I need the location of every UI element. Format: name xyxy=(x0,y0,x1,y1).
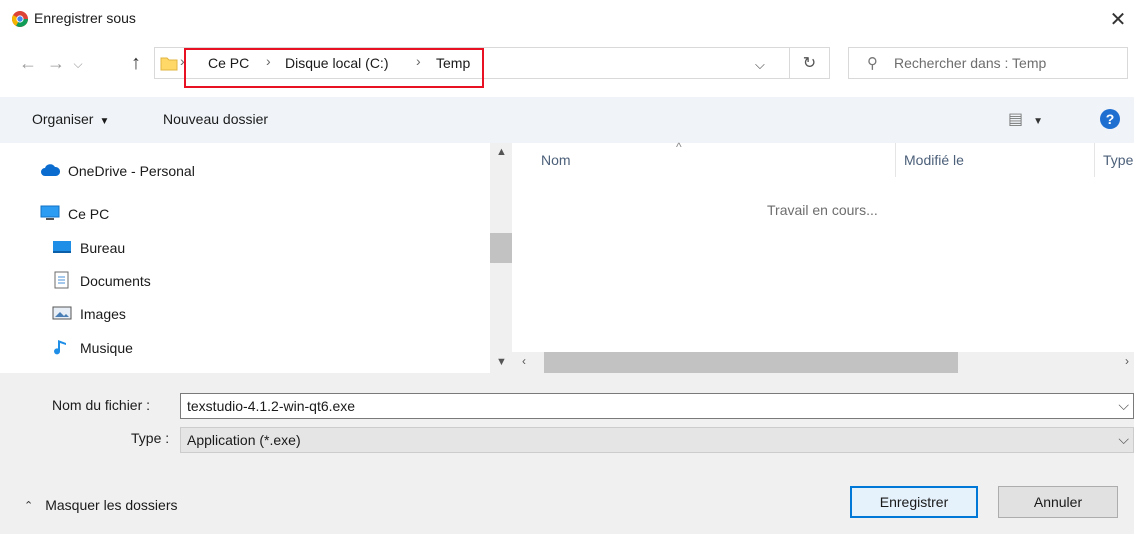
tree-item-documents[interactable]: Documents xyxy=(52,269,151,293)
tree-item-label: Ce PC xyxy=(68,206,110,222)
address-dropdown-icon[interactable]: ⌵ xyxy=(755,57,765,73)
scroll-right-icon[interactable]: › xyxy=(1125,354,1129,368)
organize-button[interactable]: Organiser ▼ xyxy=(32,111,109,127)
type-label: Type : xyxy=(131,430,170,446)
save-button[interactable]: Enregistrer xyxy=(850,486,978,518)
forward-button[interactable]: → xyxy=(44,51,68,75)
recent-locations-button[interactable]: ⌵ xyxy=(70,52,86,76)
search-icon: ⚲ xyxy=(867,55,878,72)
organize-label: Organiser xyxy=(32,111,94,127)
navigation-pane: OneDrive - Personal Ce PC Bureau Documen… xyxy=(0,143,490,373)
tree-item-ce-pc[interactable]: Ce PC xyxy=(40,202,109,226)
sort-ascending-icon: ^ xyxy=(676,140,682,154)
tree-item-label: Documents xyxy=(80,273,151,289)
filename-label: Nom du fichier : xyxy=(52,397,151,413)
images-icon xyxy=(52,305,72,324)
tree-item-musique[interactable]: Musique xyxy=(52,336,133,360)
file-list xyxy=(512,143,1134,373)
horizontal-scrollbar-thumb[interactable] xyxy=(544,352,958,373)
loading-status: Travail en cours... xyxy=(767,202,878,218)
cloud-icon xyxy=(40,163,61,180)
tree-item-label: Bureau xyxy=(80,240,126,256)
tree-item-label: OneDrive - Personal xyxy=(68,163,195,179)
column-divider[interactable] xyxy=(1094,143,1095,177)
scroll-left-icon[interactable]: ‹ xyxy=(522,354,526,368)
column-divider[interactable] xyxy=(895,143,896,177)
chevron-down-icon: ▼ xyxy=(99,116,110,127)
documents-icon xyxy=(52,271,72,292)
pc-icon xyxy=(40,205,60,224)
view-options-button[interactable]: ▤ ▼ xyxy=(1008,109,1043,129)
hide-folders-label: Masquer les dossiers xyxy=(45,497,178,513)
scroll-down-icon[interactable]: ▼ xyxy=(496,356,507,368)
help-icon[interactable]: ? xyxy=(1100,109,1120,129)
title-bar xyxy=(0,0,1134,38)
navigation-scrollbar-thumb[interactable] xyxy=(490,233,512,263)
back-button[interactable]: ← xyxy=(16,51,40,75)
column-header-name[interactable]: Nom xyxy=(541,152,571,168)
close-button[interactable]: ✕ xyxy=(1104,6,1132,32)
chevron-up-icon: ⌃ xyxy=(24,499,34,512)
filename-input[interactable]: texstudio-4.1.2-win-qt6.exe ⌵ xyxy=(180,393,1134,419)
search-input[interactable]: ⚲ Rechercher dans : Temp xyxy=(848,47,1128,79)
up-button[interactable]: ↑ xyxy=(124,51,148,75)
music-icon xyxy=(52,338,72,359)
chevron-down-icon[interactable]: ⌵ xyxy=(1118,397,1129,414)
window-title: Enregistrer sous xyxy=(34,10,136,26)
refresh-button[interactable]: ↻ xyxy=(790,47,830,79)
folder-icon xyxy=(160,55,178,71)
new-folder-button[interactable]: Nouveau dossier xyxy=(163,111,268,127)
column-header-type[interactable]: Type xyxy=(1103,152,1134,168)
hide-folders-toggle[interactable]: ⌃ Masquer les dossiers xyxy=(24,497,178,513)
view-icon: ▤ xyxy=(1008,111,1024,128)
tree-item-label: Musique xyxy=(80,340,133,356)
command-toolbar: Organiser ▼ Nouveau dossier ▤ ▼ ? xyxy=(0,97,1134,143)
cancel-button[interactable]: Annuler xyxy=(998,486,1118,518)
desktop-icon xyxy=(52,239,72,258)
filename-value: texstudio-4.1.2-win-qt6.exe xyxy=(187,398,356,414)
breadcrumb-highlight-box xyxy=(184,48,484,88)
tree-item-label: Images xyxy=(80,306,126,322)
chevron-down-icon[interactable]: ⌵ xyxy=(1118,431,1129,448)
tree-item-bureau[interactable]: Bureau xyxy=(52,236,125,260)
column-header-modified[interactable]: Modifié le xyxy=(904,152,964,168)
file-type-select[interactable]: Application (*.exe) ⌵ xyxy=(180,427,1134,453)
tree-item-onedrive[interactable]: OneDrive - Personal xyxy=(40,159,195,183)
file-type-value: Application (*.exe) xyxy=(187,432,301,448)
chrome-icon xyxy=(12,11,28,27)
scroll-up-icon[interactable]: ▲ xyxy=(496,146,507,158)
tree-item-images[interactable]: Images xyxy=(52,302,126,326)
chevron-down-icon: ▼ xyxy=(1033,116,1044,127)
search-placeholder: Rechercher dans : Temp xyxy=(894,55,1047,71)
